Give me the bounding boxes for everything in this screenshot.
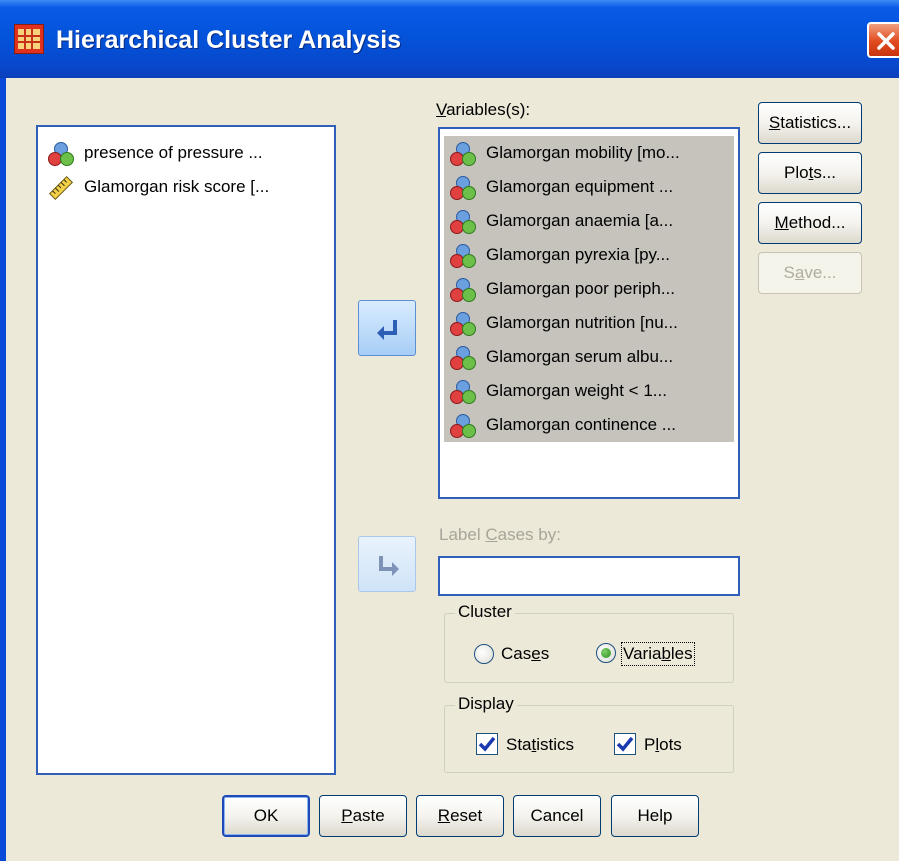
display-legend: Display (455, 694, 517, 714)
list-item-label: Glamorgan risk score [... (84, 177, 270, 196)
variables-radio[interactable] (596, 643, 616, 663)
list-item[interactable]: Glamorgan anaemia [a... (444, 204, 734, 238)
dialog-window: Hierarchical Cluster Analysis presence o… (0, 0, 899, 861)
nominal-variable-icon (450, 346, 476, 370)
list-item-label: Glamorgan pyrexia [py... (486, 245, 670, 264)
nominal-variable-icon (450, 176, 476, 200)
statistics-checkbox[interactable] (476, 733, 498, 755)
dialog-client-area: presence of pressure ... Glamorgan risk … (6, 78, 899, 861)
close-icon[interactable] (867, 22, 899, 58)
plots-checkbox[interactable] (614, 733, 636, 755)
label-cases-label: Label Cases by: (439, 525, 561, 544)
reset-button[interactable]: Reset (416, 795, 504, 837)
cancel-button[interactable]: Cancel (513, 795, 601, 837)
list-item-label: Glamorgan anaemia [a... (486, 211, 674, 230)
move-to-variables-button[interactable] (358, 300, 416, 356)
nominal-variable-icon (450, 142, 476, 166)
nominal-variable-icon (450, 278, 476, 302)
list-item[interactable]: Glamorgan poor periph... (444, 272, 734, 306)
ok-button[interactable]: OK (222, 795, 310, 837)
spss-app-icon (14, 24, 44, 54)
save-button[interactable]: Save... (758, 252, 862, 294)
variables-label: Variables(s): (436, 100, 531, 119)
list-item[interactable]: Glamorgan mobility [mo... (444, 136, 734, 170)
list-item-label: Glamorgan serum albu... (486, 347, 674, 366)
list-item[interactable]: Glamorgan continence ... (444, 408, 734, 442)
list-item[interactable]: Glamorgan pyrexia [py... (444, 238, 734, 272)
plots-checkbox-label[interactable]: Plots (644, 735, 682, 755)
cases-radio-label[interactable]: Cases (501, 644, 549, 664)
checkmark-icon (616, 736, 634, 752)
cases-radio[interactable] (474, 644, 494, 664)
nominal-variable-icon (450, 414, 476, 438)
label-cases-field[interactable] (438, 556, 740, 596)
list-item-label: presence of pressure ... (84, 143, 263, 162)
source-variable-list[interactable]: presence of pressure ... Glamorgan risk … (36, 125, 336, 775)
list-item[interactable]: Glamorgan weight < 1... (444, 374, 734, 408)
nominal-variable-icon (450, 210, 476, 234)
list-item-label: Glamorgan poor periph... (486, 279, 675, 298)
window-title: Hierarchical Cluster Analysis (56, 26, 402, 54)
list-item[interactable]: Glamorgan equipment ... (444, 170, 734, 204)
nominal-variable-icon (450, 380, 476, 404)
list-item[interactable]: Glamorgan nutrition [nu... (444, 306, 734, 340)
list-item-label: Glamorgan equipment ... (486, 177, 674, 196)
list-item[interactable]: Glamorgan serum albu... (444, 340, 734, 374)
method-button[interactable]: Method... (758, 202, 862, 244)
variables-list[interactable]: Glamorgan mobility [mo... Glamorgan equip… (438, 127, 740, 499)
list-item-label: Glamorgan mobility [mo... (486, 143, 680, 162)
move-to-label-cases-button[interactable] (358, 536, 416, 592)
nominal-variable-icon (48, 142, 74, 166)
variables-radio-label[interactable]: Variables (621, 642, 695, 666)
paste-button[interactable]: Paste (319, 795, 407, 837)
list-item-label: Glamorgan continence ... (486, 415, 676, 434)
statistics-checkbox-label[interactable]: Statistics (506, 735, 574, 755)
list-item-label: Glamorgan nutrition [nu... (486, 313, 678, 332)
list-item-label: Glamorgan weight < 1... (486, 381, 667, 400)
display-groupbox: Display Statistics Plots (444, 694, 734, 773)
statistics-button[interactable]: Statistics... (758, 102, 862, 144)
checkmark-icon (478, 736, 496, 752)
scale-variable-icon (48, 175, 74, 201)
nominal-variable-icon (450, 244, 476, 268)
cluster-legend: Cluster (455, 602, 515, 622)
nominal-variable-icon (450, 312, 476, 336)
arrow-right-icon (379, 556, 399, 576)
list-item[interactable]: Glamorgan risk score [... (42, 170, 332, 204)
plots-button[interactable]: Plots... (758, 152, 862, 194)
help-button[interactable]: Help (611, 795, 699, 837)
list-item[interactable]: presence of pressure ... (42, 136, 332, 170)
arrow-left-icon (377, 320, 397, 340)
title-bar[interactable]: Hierarchical Cluster Analysis (0, 0, 899, 78)
cluster-groupbox: Cluster Cases Variables (444, 602, 734, 683)
